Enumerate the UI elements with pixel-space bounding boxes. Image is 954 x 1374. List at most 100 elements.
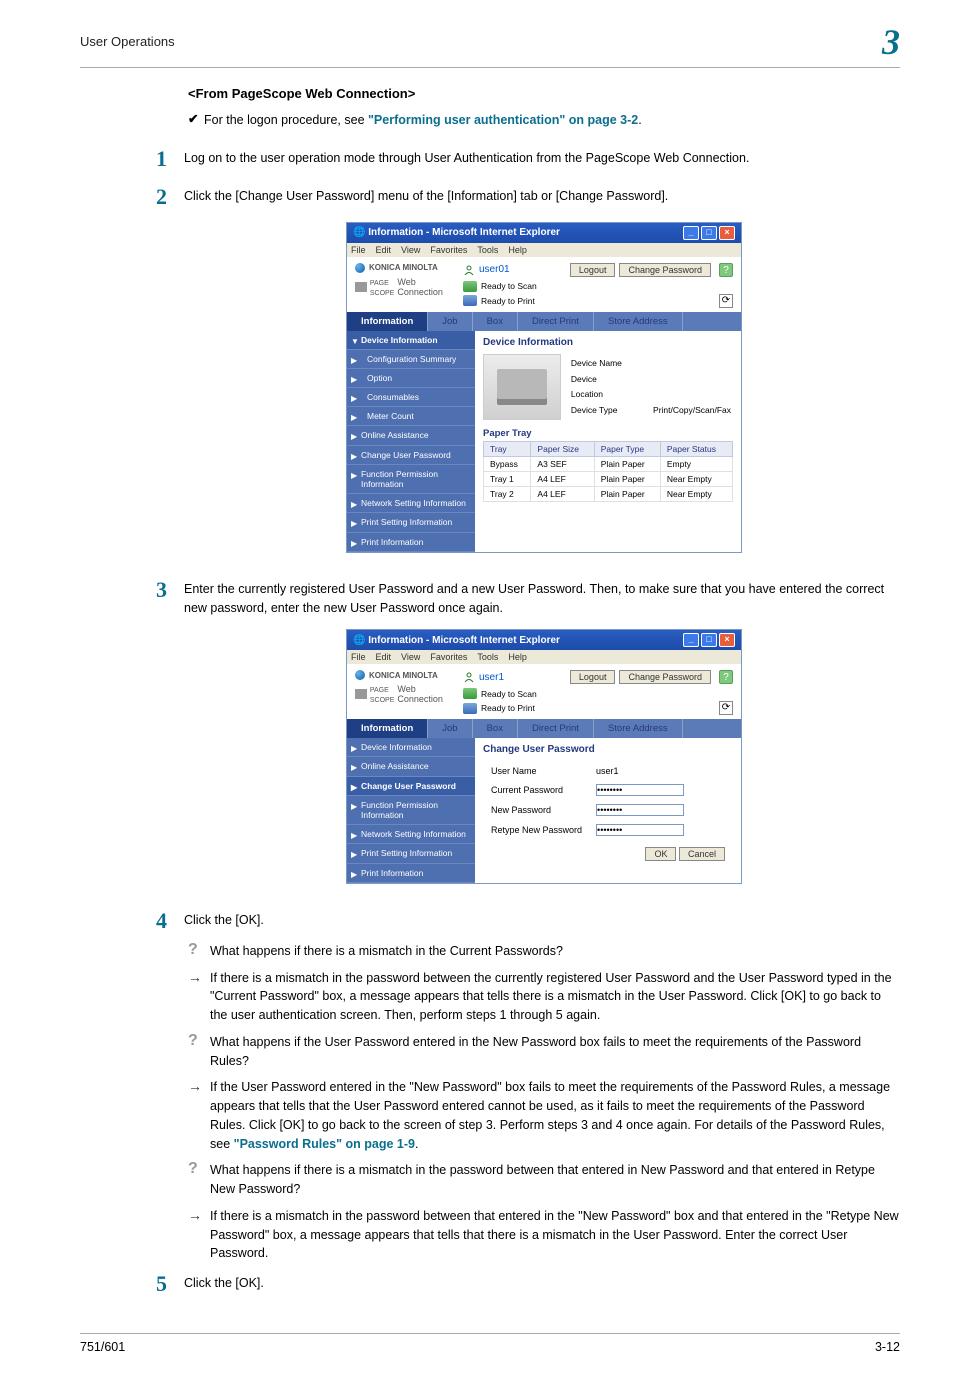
sidebar-device-info[interactable]: ▶Device Information <box>347 738 475 757</box>
paper-tray-table: TrayPaper SizePaper TypePaper Status Byp… <box>483 441 733 502</box>
header-divider <box>80 67 900 68</box>
step-1-text: Log on to the user operation mode throug… <box>184 146 900 168</box>
logout-button[interactable]: Logout <box>570 263 616 277</box>
current-user: user01 <box>479 264 510 275</box>
qa-a2: If the User Password entered in the "New… <box>210 1078 900 1153</box>
cancel-button[interactable]: Cancel <box>679 847 725 861</box>
tab-information[interactable]: Information <box>347 719 428 738</box>
tab-information[interactable]: Information <box>347 312 428 331</box>
question-icon: ? <box>188 1033 210 1049</box>
maximize-icon[interactable]: □ <box>701 633 717 647</box>
screenshot-2-window: 🌐 Information - Microsoft Internet Explo… <box>346 629 742 884</box>
step-3-text: Enter the currently registered User Pass… <box>184 577 900 618</box>
sidebar-func-permission[interactable]: ▶Function Permission Information <box>347 465 475 494</box>
sidebar-change-user-pw[interactable]: ▶Change User Password <box>347 777 475 796</box>
sidebar-online-assist[interactable]: ▶Online Assistance <box>347 757 475 776</box>
new-password-input[interactable] <box>596 804 684 816</box>
help-icon[interactable]: ? <box>719 670 733 684</box>
section-subhead: <From PageScope Web Connection> <box>188 86 900 101</box>
sidebar-network-setting[interactable]: ▶Network Setting Information <box>347 494 475 513</box>
tab-store-address[interactable]: Store Address <box>594 312 683 331</box>
pagescope-label: PAGESCOPE Web Connection <box>355 277 463 297</box>
maximize-icon[interactable]: □ <box>701 226 717 240</box>
sidebar-print-setting[interactable]: ▶Print Setting Information <box>347 513 475 532</box>
sidebar-func-permission[interactable]: ▶Function Permission Information <box>347 796 475 825</box>
ready-print-label: Ready to Print <box>481 703 535 713</box>
current-password-input[interactable] <box>596 784 684 796</box>
tab-direct-print[interactable]: Direct Print <box>518 312 594 331</box>
close-icon[interactable]: × <box>719 633 735 647</box>
brand-logo: KONICA MINOLTA <box>355 670 463 680</box>
tab-direct-print[interactable]: Direct Print <box>518 719 594 738</box>
page-header-title: User Operations <box>80 34 175 49</box>
ready-scan-label: Ready to Scan <box>481 281 537 291</box>
help-icon[interactable]: ? <box>719 263 733 277</box>
refresh-icon[interactable]: ⟳ <box>719 701 733 715</box>
new-pw-label: New Password <box>485 801 588 819</box>
close-icon[interactable]: × <box>719 226 735 240</box>
tab-job[interactable]: Job <box>428 312 472 331</box>
user-icon <box>463 671 475 683</box>
scan-status-icon <box>463 281 477 292</box>
qa-a1: If there is a mismatch in the password b… <box>210 969 900 1025</box>
sidebar-online-assist[interactable]: ▶Online Assistance <box>347 426 475 445</box>
dev-loc-label: Device Location <box>571 372 651 401</box>
question-icon: ? <box>188 942 210 958</box>
arrow-icon: → <box>188 1078 210 1093</box>
ready-print-label: Ready to Print <box>481 296 535 306</box>
minimize-icon[interactable]: _ <box>683 633 699 647</box>
sidebar-print-info[interactable]: ▶Print Information <box>347 864 475 883</box>
current-pw-label: Current Password <box>485 781 588 799</box>
qa-a3: If there is a mismatch in the password b… <box>210 1207 900 1263</box>
change-password-button[interactable]: Change Password <box>619 263 711 277</box>
tab-store-address[interactable]: Store Address <box>594 719 683 738</box>
step-number: 5 <box>156 1271 184 1297</box>
sidebar-network-setting[interactable]: ▶Network Setting Information <box>347 825 475 844</box>
dev-name-label: Device Name <box>571 356 651 371</box>
sidebar-config-summary[interactable]: ▶Configuration Summary <box>347 350 475 369</box>
brand-logo: KONICA MINOLTA <box>355 263 463 273</box>
minimize-icon[interactable]: _ <box>683 226 699 240</box>
change-password-button[interactable]: Change Password <box>619 670 711 684</box>
sidebar-change-user-pw[interactable]: ▶Change User Password <box>347 446 475 465</box>
ie-menubar[interactable]: FileEditViewFavoritesToolsHelp <box>347 243 741 257</box>
table-row: Tray 2A4 LEFPlain PaperNear Empty <box>484 486 733 501</box>
window-title: 🌐 Information - Microsoft Internet Explo… <box>353 635 560 646</box>
retype-pw-label: Retype New Password <box>485 821 588 839</box>
ok-button[interactable]: OK <box>645 847 676 861</box>
refresh-icon[interactable]: ⟳ <box>719 294 733 308</box>
step-number: 4 <box>156 908 184 934</box>
retype-password-input[interactable] <box>596 824 684 836</box>
sidebar-consumables[interactable]: ▶Consumables <box>347 388 475 407</box>
sidebar-print-setting[interactable]: ▶Print Setting Information <box>347 844 475 863</box>
chapter-number: 3 <box>882 28 900 57</box>
user-icon <box>463 264 475 276</box>
current-user: user1 <box>479 672 504 683</box>
sidebar-option[interactable]: ▶Option <box>347 369 475 388</box>
dev-type-label: Device Type <box>571 403 651 418</box>
arrow-icon: → <box>188 969 210 984</box>
table-row: BypassA3 SEFPlain PaperEmpty <box>484 456 733 471</box>
paper-tray-heading: Paper Tray <box>483 428 733 439</box>
auth-link[interactable]: "Performing user authentication" on page… <box>368 113 638 127</box>
tab-box[interactable]: Box <box>473 312 518 331</box>
sidebar-device-info[interactable]: ▼Device Information <box>347 331 475 350</box>
tab-box[interactable]: Box <box>473 719 518 738</box>
window-title: 🌐 Information - Microsoft Internet Explo… <box>353 227 560 238</box>
sidebar-meter-count[interactable]: ▶Meter Count <box>347 407 475 426</box>
sidebar-print-info[interactable]: ▶Print Information <box>347 533 475 552</box>
footer-right: 3-12 <box>875 1340 900 1354</box>
qa-q3: What happens if there is a mismatch in t… <box>210 1161 900 1199</box>
qa-q2: What happens if the User Password entere… <box>210 1033 900 1071</box>
question-icon: ? <box>188 1161 210 1177</box>
step-number: 1 <box>156 146 184 172</box>
logout-button[interactable]: Logout <box>570 670 616 684</box>
pane-heading: Change User Password <box>483 744 733 755</box>
table-row: Tray 1A4 LEFPlain PaperNear Empty <box>484 471 733 486</box>
sidebar: ▶Device Information ▶Online Assistance ▶… <box>347 738 475 883</box>
print-status-icon <box>463 703 477 714</box>
password-rules-link[interactable]: "Password Rules" on page 1-9 <box>234 1137 415 1151</box>
dev-type-value: Print/Copy/Scan/Fax <box>653 403 731 418</box>
ie-menubar[interactable]: FileEditViewFavoritesToolsHelp <box>347 650 741 664</box>
tab-job[interactable]: Job <box>428 719 472 738</box>
